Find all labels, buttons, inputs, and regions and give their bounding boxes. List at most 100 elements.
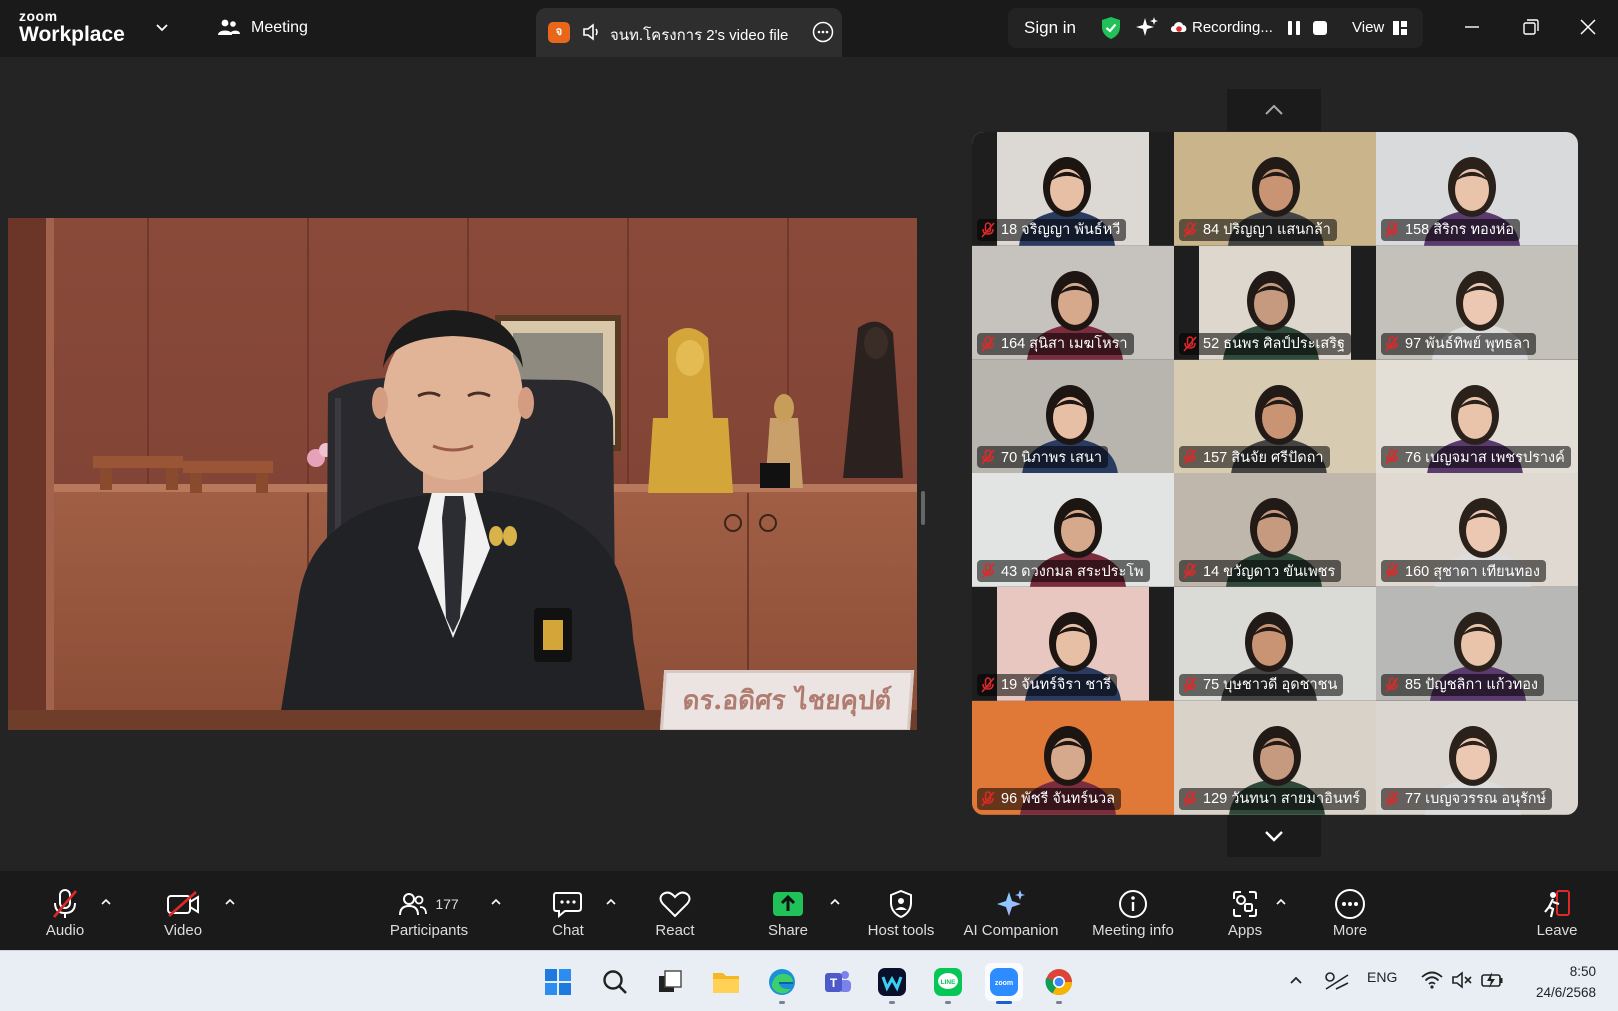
task-view-button[interactable] (651, 963, 689, 1001)
shared-file-tab[interactable]: จ จนท.โครงการ 2's video file (536, 8, 842, 57)
participants-options-caret-icon[interactable] (489, 897, 503, 907)
line-app-button[interactable]: LINE (929, 963, 967, 1004)
participant-tile[interactable]: 85 ปัญชลิกา แก้วทอง (1376, 587, 1578, 701)
participant-tile[interactable]: 158 สิริกร ทองห่อ (1376, 132, 1578, 246)
teams-button[interactable]: T (818, 963, 856, 1001)
chat-options-caret-icon[interactable] (604, 897, 618, 907)
view-label: View (1352, 19, 1385, 36)
chevron-down-icon[interactable] (155, 20, 169, 34)
participant-tile[interactable]: 70 นิภาพร เสนา (972, 359, 1174, 474)
video-button[interactable]: Video (128, 887, 238, 939)
participant-tile[interactable]: 43 ดวงกมล สระประโพ (972, 473, 1174, 588)
input-language[interactable]: ENG (1367, 969, 1397, 985)
apps-options-caret-icon[interactable] (1274, 897, 1288, 907)
participant-name: 77 เบญจวรรณ อนุรักษ์ (1405, 791, 1547, 808)
gallery-page-up-button[interactable] (1227, 89, 1321, 131)
leave-button[interactable]: Leave (1502, 887, 1612, 939)
search-button[interactable] (596, 963, 634, 1001)
share-options-caret-icon[interactable] (828, 897, 842, 907)
apps-button[interactable]: Apps (1190, 887, 1300, 939)
participant-tile[interactable]: 19 จันทร์จิรา ชารี (972, 587, 1174, 701)
svg-text:zoom: zoom (995, 980, 1013, 987)
meeting-info-button[interactable]: Meeting info (1078, 887, 1188, 939)
volume-muted-icon[interactable] (1451, 970, 1473, 990)
mic-muted-icon (53, 889, 77, 918)
active-speaker-video[interactable]: ดร.อดิศร ไชยคุปต์ (8, 218, 917, 730)
location-pen-icon[interactable] (1322, 969, 1350, 993)
leave-icon (1544, 890, 1570, 918)
participant-name: 160 สุชาดา เทียนทอง (1405, 563, 1540, 580)
participant-name-badge: 18 จริญญา พันธ์หวี (977, 218, 1127, 241)
host-tools-button[interactable]: Host tools (846, 887, 956, 939)
participant-tile[interactable]: 164 สุนิสา เมฆโหรา (972, 245, 1174, 360)
minimize-icon[interactable] (1462, 17, 1482, 37)
audio-options-caret-icon[interactable] (99, 897, 113, 907)
gallery-page-down-button[interactable] (1227, 815, 1321, 857)
zoom-app-button[interactable]: zoom (985, 963, 1023, 1004)
mic-muted-icon (981, 335, 995, 352)
edge-browser-button[interactable] (763, 963, 801, 1004)
ai-sparkle-icon[interactable] (1135, 16, 1159, 40)
ai-companion-button[interactable]: AI Companion (956, 887, 1066, 939)
restore-icon[interactable] (1521, 17, 1541, 37)
participants-button[interactable]: 177 Participants (374, 887, 484, 939)
participant-tile[interactable]: 18 จริญญา พันธ์หวี (972, 132, 1174, 246)
meeting-label: Meeting (251, 19, 308, 36)
resize-handle[interactable] (921, 491, 925, 525)
participants-label: Participants (389, 922, 469, 939)
participant-tile[interactable]: 160 สุชาดา เทียนทอง (1376, 473, 1578, 588)
edge-icon (769, 969, 795, 995)
participant-name: 43 ดวงกมล สระประโพ (1001, 563, 1144, 580)
participant-name-badge: 43 ดวงกมล สระประโพ (977, 560, 1150, 583)
share-button[interactable]: Share (733, 887, 843, 939)
participant-tile[interactable]: 14 ขวัญดาว ขันเพชร (1174, 473, 1376, 588)
leave-label: Leave (1536, 922, 1578, 939)
audio-button[interactable]: Audio (10, 887, 120, 939)
chrome-button[interactable] (1040, 963, 1078, 1004)
participant-name: 164 สุนิสา เมฆโหรา (1001, 336, 1128, 353)
share-screen-icon (773, 892, 803, 916)
participant-tile[interactable]: 76 เบญจมาส เพชรปรางค์ (1376, 359, 1578, 474)
more-button[interactable]: More (1295, 887, 1405, 939)
start-button[interactable] (539, 963, 577, 1001)
running-indicator (779, 1001, 785, 1004)
participants-count: 177 (435, 896, 459, 912)
file-explorer-button[interactable] (707, 963, 745, 1001)
show-hidden-icons-icon[interactable] (1288, 974, 1304, 986)
participant-tile[interactable]: 97 พันธ์ทิพย์ พุทธลา (1376, 245, 1578, 360)
running-indicator (945, 1001, 951, 1004)
video-options-caret-icon[interactable] (223, 897, 237, 907)
view-button[interactable]: View (1352, 19, 1408, 36)
participant-tile[interactable]: 84 ปริญญา แสนกล้า (1174, 132, 1376, 246)
speaker-icon[interactable] (582, 23, 602, 41)
system-clock[interactable]: 8:50 24/6/2568 (1534, 961, 1596, 1003)
meeting-menu-button[interactable]: Meeting (217, 18, 308, 38)
clock-time: 8:50 (1569, 964, 1596, 979)
mic-muted-icon (1385, 335, 1399, 352)
wifi-icon[interactable] (1421, 970, 1443, 990)
brand-small: zoom (19, 8, 58, 24)
mic-muted-icon (981, 222, 995, 238)
sign-in-link[interactable]: Sign in (1024, 18, 1076, 38)
battery-charging-icon[interactable] (1480, 970, 1504, 990)
mic-muted-icon (981, 563, 995, 579)
chevron-down-icon (1265, 831, 1283, 842)
apps-icon (1233, 891, 1257, 917)
react-button[interactable]: React (620, 887, 730, 939)
participant-name: 52 ธนพร ศิลป์ประเสริฐ (1203, 336, 1345, 353)
participant-tile[interactable]: 157 สินจัย ศรีปัดถา (1174, 359, 1376, 474)
encryption-shield-icon[interactable] (1100, 16, 1122, 40)
stop-recording-icon[interactable] (1311, 19, 1329, 37)
chat-button[interactable]: Chat (513, 887, 623, 939)
close-icon[interactable] (1578, 17, 1598, 37)
participant-tile[interactable]: 129 วันทนา สายมาอินทร์ (1174, 700, 1376, 815)
participant-tile[interactable]: 75 บุษชาวดี อุดชาชน (1174, 587, 1376, 701)
camera-off-icon (167, 891, 199, 917)
webex-button[interactable] (873, 963, 911, 1004)
participant-tile[interactable]: 52 ธนพร ศิลป์ประเสริฐ (1174, 245, 1376, 360)
participant-tile[interactable]: 96 พัชรี จันทร์นวล (972, 700, 1174, 815)
participant-tile[interactable]: 77 เบญจวรรณ อนุรักษ์ (1376, 700, 1578, 815)
more-options-icon[interactable] (812, 21, 834, 43)
pause-recording-icon[interactable] (1286, 19, 1302, 37)
people-icon (218, 19, 240, 35)
